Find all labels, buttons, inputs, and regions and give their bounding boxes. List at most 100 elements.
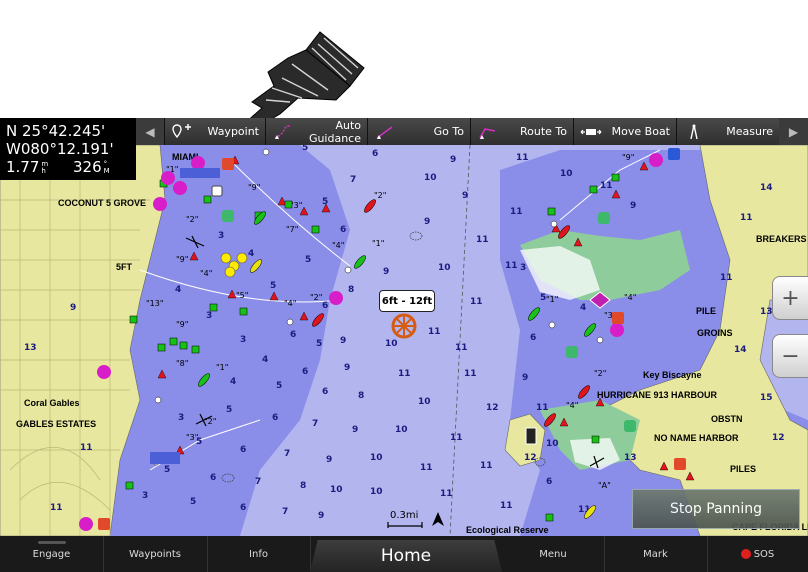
stop-panning-button[interactable]: Stop Panning: [632, 489, 800, 529]
marker-number: "A": [598, 481, 611, 490]
toolbar-scroll-right[interactable]: ▶: [779, 118, 808, 145]
marker-number: "4": [624, 293, 636, 302]
depth-sounding: 4: [230, 377, 236, 387]
scale-bar: [387, 522, 423, 528]
depth-sounding: 9: [326, 455, 332, 465]
depth-sounding: 5: [226, 405, 232, 415]
depth-sounding: 6: [302, 367, 308, 377]
marker-number: "3": [186, 433, 198, 442]
depth-range-callout: 6ft - 12ft: [379, 290, 435, 312]
place-label: Ecological Reserve: [466, 525, 549, 535]
mark-button[interactable]: Mark: [604, 536, 708, 572]
depth-sounding: 11: [420, 463, 433, 473]
depth-sounding: 11: [80, 443, 93, 453]
marker-number: "4": [566, 401, 578, 410]
depth-sounding: 15: [760, 393, 773, 403]
depth-sounding: 4: [175, 285, 181, 295]
depth-sounding: 11: [476, 235, 489, 245]
depth-sounding: 9: [383, 267, 389, 277]
route-to-button[interactable]: Route To: [470, 118, 573, 145]
marker-number: "4": [200, 269, 212, 278]
top-margin: [0, 0, 808, 118]
depth-sounding: 6: [546, 477, 552, 487]
depth-sounding: 6: [322, 387, 328, 397]
waypoint-button[interactable]: Waypoint: [164, 118, 265, 145]
nautical-chart[interactable]: MIAMI COCONUT 5 GROVE 5FT Coral Gables GABLE…: [0, 118, 808, 536]
depth-sounding: 3: [142, 491, 148, 501]
depth-sounding: 10: [418, 397, 431, 407]
depth-sounding: 11: [505, 261, 518, 271]
waypoint-add-icon: [172, 123, 191, 138]
depth-sounding: 9: [424, 217, 430, 227]
depth-sounding: 9: [344, 363, 350, 373]
auto-guidance-button[interactable]: Auto Guidance: [265, 118, 367, 145]
marker-number: "9": [622, 153, 634, 162]
zoom-out-button[interactable]: −: [772, 334, 808, 378]
panning-cursor-icon[interactable]: [391, 313, 417, 339]
waypoints-button[interactable]: Waypoints: [103, 536, 208, 572]
engage-button[interactable]: Engage: [0, 536, 104, 572]
depth-sounding: 3: [520, 263, 526, 273]
home-button[interactable]: Home: [310, 540, 502, 572]
chart-canvas[interactable]: MIAMICOCONUT 5 GROVE5FTCoral GablesGABLE…: [0, 118, 808, 536]
depth-sounding: 10: [330, 485, 343, 495]
depth-sounding: 10: [560, 169, 573, 179]
depth-sounding: 6: [530, 333, 536, 343]
vessel-icon: [525, 427, 537, 445]
place-label: NO NAME HARBOR: [654, 433, 739, 443]
sos-button[interactable]: SOS: [707, 536, 808, 572]
depth-sounding: 11: [720, 273, 733, 283]
depth-sounding: 5: [305, 255, 311, 265]
chartplotter-screen: MIAMI COCONUT 5 GROVE 5FT Coral Gables GABLE…: [0, 0, 808, 572]
place-label: Key Biscayne: [643, 370, 702, 380]
depth-sounding: 9: [352, 425, 358, 435]
boat-position-icon: [432, 512, 444, 526]
measure-button[interactable]: Measure: [676, 118, 779, 145]
speed-value: 1.77: [6, 158, 40, 176]
zoom-in-button[interactable]: +: [772, 276, 808, 320]
pointing-hand-icon: [243, 31, 365, 128]
depth-sounding: 12: [486, 403, 499, 413]
depth-sounding: 10: [424, 173, 437, 183]
depth-sounding: 12: [772, 433, 785, 443]
goto-button[interactable]: Go To: [367, 118, 470, 145]
depth-sounding: 7: [284, 449, 290, 459]
depth-sounding: 6: [372, 149, 378, 159]
depth-sounding: 6: [240, 445, 246, 455]
depth-sounding: 5: [270, 281, 276, 291]
depth-sounding: 10: [395, 425, 408, 435]
marker-number: "2": [374, 191, 386, 200]
depth-sounding: 9: [340, 336, 346, 346]
place-label: BREAKERS: [756, 234, 807, 244]
depth-sounding: 7: [312, 419, 318, 429]
depth-sounding: 8: [348, 285, 354, 295]
depth-sounding: 11: [510, 207, 523, 217]
depth-sounding: 11: [440, 489, 453, 499]
depth-sounding: 6: [322, 301, 328, 311]
marker-number: "4": [284, 299, 296, 308]
goto-icon: [376, 125, 393, 139]
depth-sounding: 3: [218, 231, 224, 241]
place-label: 5FT: [116, 262, 133, 272]
depth-sounding: 11: [428, 327, 441, 337]
speed-unit: mh: [41, 159, 49, 175]
position-databox: N 25°42.245' W080°12.191' 1.77 m h 326 ° M: [0, 118, 136, 180]
depth-sounding: 8: [300, 481, 306, 491]
move-boat-button[interactable]: Move Boat: [573, 118, 676, 145]
longitude: W080°12.191': [6, 140, 114, 158]
place-label: COCONUT 5 GROVE: [58, 198, 146, 208]
marker-number: "1": [372, 239, 384, 248]
marker-number: "9": [248, 183, 260, 192]
marker-number: "1": [216, 363, 228, 372]
place-label: PILES: [730, 464, 756, 474]
depth-sounding: 13: [760, 307, 773, 317]
heading-unit: ° M: [103, 159, 110, 175]
depth-sounding: 11: [480, 461, 493, 471]
depth-sounding: 10: [438, 263, 451, 273]
toolbar-scroll-left[interactable]: ◀: [136, 118, 164, 145]
info-button[interactable]: Info: [207, 536, 311, 572]
marker-number: "2": [186, 215, 198, 224]
menu-button[interactable]: Menu: [502, 536, 605, 572]
marker-number: "2": [310, 293, 322, 302]
depth-sounding: 6: [272, 413, 278, 423]
